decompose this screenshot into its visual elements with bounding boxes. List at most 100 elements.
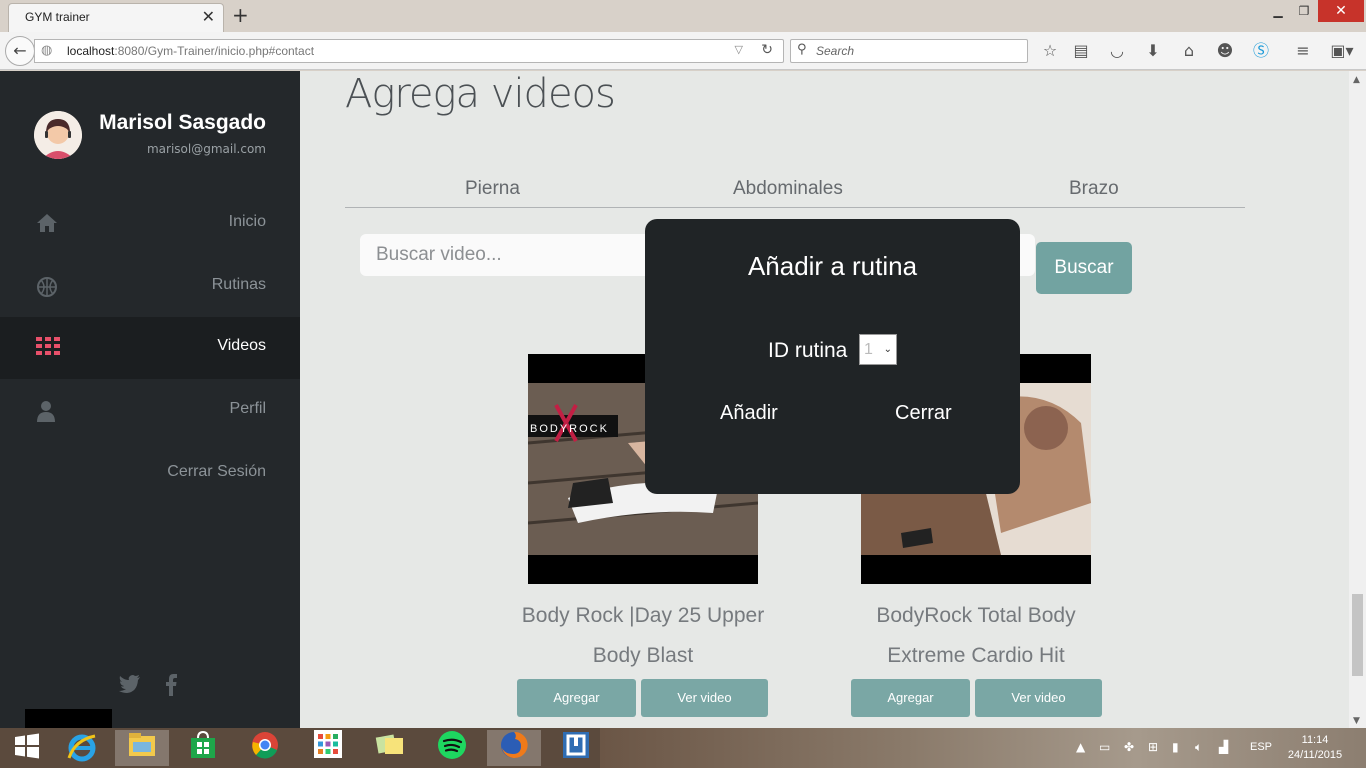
reading-list-icon[interactable]: ▤ [1071,41,1091,61]
tab-brazo[interactable]: Brazo [1069,178,1119,200]
add-button[interactable]: Añadir [720,402,778,425]
app-icon[interactable] [549,730,603,766]
routine-id-value: 1 [864,341,873,358]
video-title-line1: BodyRock Total Body [876,604,1076,627]
taskbar: ▲ ▭ ✤ ⊞ ▮ 🔈︎ ▟ ESP 11:14 24/11/2015 [0,728,1366,768]
sidebar-item-label: Rutinas [211,276,266,293]
basketball-icon [36,276,60,298]
close-button[interactable]: Cerrar [895,402,952,425]
avatar [34,111,82,159]
chevron-down-icon: ⌄ [883,344,892,355]
extension-icon[interactable]: ▣▾ [1326,41,1358,61]
search-button[interactable]: Buscar [1036,242,1132,294]
thumb-brand-text: BODYROCK [530,423,609,435]
scroll-up-icon[interactable]: ▲ [1353,75,1360,85]
grid-icon [36,337,60,359]
search-placeholder: Search [816,44,855,58]
globe-icon: ◍ [41,43,53,58]
volume-icon[interactable]: 🔈︎ [1195,740,1202,755]
sidebar-widget [25,709,112,728]
bookmark-star-icon[interactable]: ☆ [1040,41,1060,61]
view-video-button[interactable]: Ver video [975,679,1102,717]
search-icon: ⚲ [797,42,807,57]
sidebar-item-videos[interactable]: Videos [0,317,300,379]
back-icon[interactable]: ← [5,36,35,66]
tab-pierna[interactable]: Pierna [465,178,520,200]
user-name: Marisol Sasgado [99,111,266,134]
chrome-icon[interactable] [238,730,292,766]
page-title: Agrega videos [345,71,616,117]
close-tab-icon[interactable]: ✕ [202,7,215,26]
language-indicator[interactable]: ESP [1250,741,1272,753]
internet-explorer-icon[interactable] [55,730,109,766]
file-explorer-icon[interactable] [115,730,169,766]
sidebar-item-label: Videos [217,337,266,354]
scrollbar-thumb[interactable] [1352,594,1363,676]
sidebar-item-label: Cerrar Sesión [167,463,266,480]
clock[interactable]: 11:14 24/11/2015 [1280,733,1350,763]
sticky-notes-icon[interactable] [363,730,417,766]
maximize-icon[interactable]: ❐ [1292,0,1316,22]
video-search-placeholder: Buscar video... [376,244,502,265]
sidebar: Marisol Sasgado marisol@gmail.com Inicio… [0,71,300,728]
start-icon[interactable] [0,732,54,768]
video-title-line2: Extreme Cardio Hit [887,644,1065,667]
tab-title: GYM trainer [25,10,90,24]
sidebar-item-rutinas[interactable]: Rutinas [0,256,300,318]
url-text: localhost:8080/Gym-Trainer/inicio.php#co… [67,44,314,58]
facebook-icon[interactable] [165,674,177,701]
sidebar-item-label: Inicio [228,213,266,230]
tray-app-icon[interactable]: ✤ [1124,740,1134,754]
tab-bar: GYM trainer ✕ + ▁ ❐ ✕ [0,0,1366,32]
minimize-icon[interactable]: ▁ [1266,0,1290,22]
routine-id-label: ID rutina [768,339,848,362]
window-close-icon[interactable]: ✕ [1318,0,1364,22]
add-video-button[interactable]: Agregar [851,679,970,717]
clock-date: 24/11/2015 [1287,749,1343,761]
tray-expand-icon[interactable]: ▲ [1076,740,1085,754]
tab-abdominales[interactable]: Abdominales [733,178,843,200]
browser-search-field[interactable]: ⚲ Search [790,39,1028,63]
url-dropdown-icon[interactable]: ▽ [735,43,743,56]
sidebar-item-inicio[interactable]: Inicio [0,193,300,255]
clock-time: 11:14 [1301,734,1329,746]
routine-id-select[interactable]: 1 ⌄ [859,334,897,365]
menu-icon[interactable]: ≡ [1293,41,1313,61]
sidebar-item-cerrar-sesion[interactable]: Cerrar Sesión [0,443,300,505]
download-icon[interactable]: ⬇ [1143,41,1163,61]
tray-battery-icon[interactable]: ▮ [1172,740,1179,754]
browser-tab[interactable]: GYM trainer ✕ [8,3,224,32]
scroll-down-icon[interactable]: ▼ [1353,716,1360,726]
add-video-button[interactable]: Agregar [517,679,636,717]
network-icon[interactable]: ▟ [1219,740,1228,754]
twitter-icon[interactable] [119,674,141,698]
reload-icon[interactable]: ↻ [761,42,773,58]
video-title-line2: Body Blast [592,644,694,667]
url-path: :8080/Gym-Trainer/inicio.php#contact [114,44,315,58]
sidebar-item-perfil[interactable]: Perfil [0,380,300,442]
user-icon [36,400,60,422]
url-host: localhost [67,44,115,58]
video-title-line1: Body Rock |Day 25 Upper [521,604,765,627]
spotify-icon[interactable] [425,730,479,766]
modal-title: Añadir a rutina [747,251,918,281]
add-to-routine-modal: Añadir a rutina ID rutina 1 ⌄ Añadir Cer… [645,219,1020,494]
tray-keyboard-icon[interactable]: ▭ [1099,740,1110,754]
store-icon[interactable] [176,730,230,766]
url-bar[interactable]: ◍ localhost:8080/Gym-Trainer/inicio.php#… [34,39,784,63]
user-email: marisol@gmail.com [146,142,266,156]
skype-icon[interactable]: Ⓢ [1251,41,1271,61]
pocket-icon[interactable]: ◡ [1107,41,1127,61]
scrollbar[interactable]: ▲ ▼ [1349,71,1366,728]
tabs-divider [345,207,1245,208]
chat-icon[interactable]: ☻ [1215,41,1235,61]
sidebar-item-label: Perfil [229,400,266,417]
nav-bar: ← ◍ localhost:8080/Gym-Trainer/inicio.ph… [0,32,1366,70]
apps-grid-icon[interactable] [301,730,355,766]
new-tab-icon[interactable]: + [232,3,249,27]
firefox-icon[interactable] [487,730,541,766]
view-video-button[interactable]: Ver video [641,679,768,717]
home-icon[interactable]: ⌂ [1179,41,1199,61]
tray-windows-icon[interactable]: ⊞ [1148,740,1158,754]
home-icon [36,213,60,235]
